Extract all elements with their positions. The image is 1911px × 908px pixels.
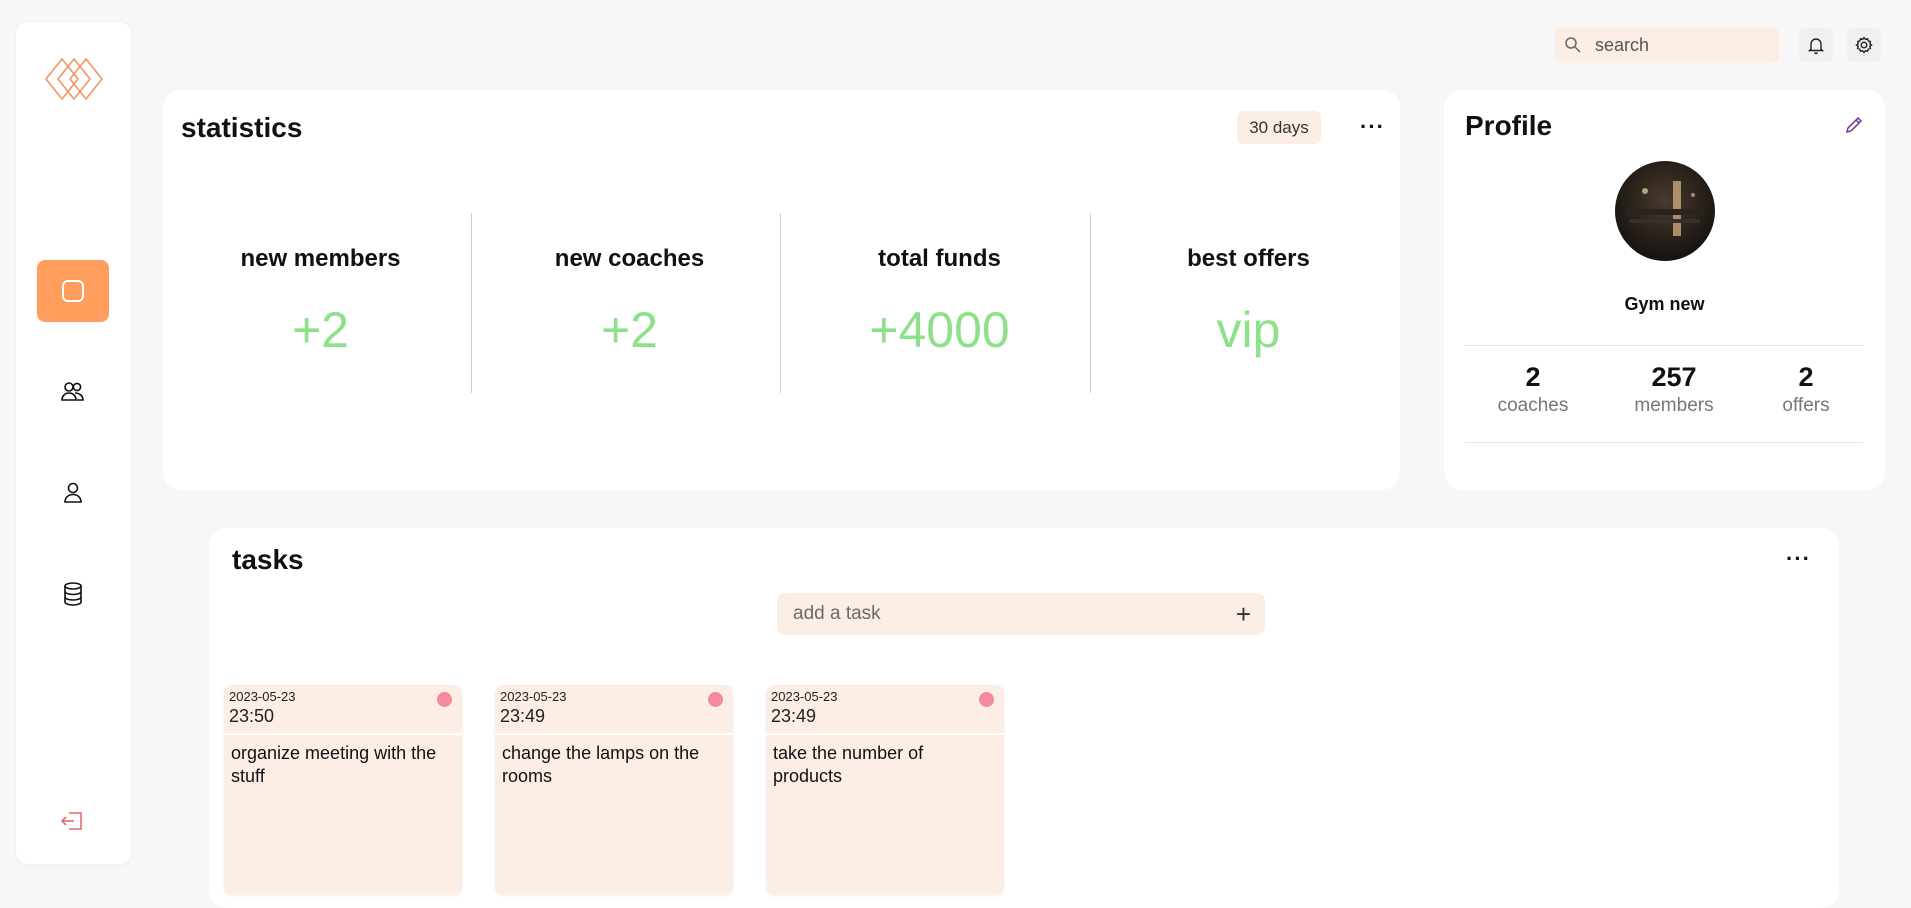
profile-stat-members: 257 members <box>1614 362 1734 417</box>
statistics-title: statistics <box>181 112 303 143</box>
sidebar-item-profile[interactable] <box>37 462 109 524</box>
stat-label: best offers <box>1187 245 1310 272</box>
tasks-menu-button[interactable]: ··· <box>1786 548 1811 570</box>
profile-stat-coaches: 2 coaches <box>1473 362 1593 417</box>
stat-total-funds: total funds +4000 <box>785 213 1094 395</box>
search-bar[interactable] <box>1555 27 1779 63</box>
edit-profile-button[interactable] <box>1843 114 1865 141</box>
profile-name: Gym new <box>1624 294 1705 314</box>
stat-value: 2 <box>1525 362 1541 392</box>
stat-value: +4000 <box>869 302 1010 358</box>
divider <box>780 213 781 393</box>
users-icon <box>61 382 84 401</box>
stat-new-members: new members +2 <box>166 213 475 395</box>
task-text: take the number of products <box>773 743 924 786</box>
sidebar-item-members[interactable] <box>37 361 109 423</box>
stat-label: coaches <box>1497 395 1569 416</box>
settings-button[interactable] <box>1847 28 1881 62</box>
task-date: 2023-05-23 <box>229 689 296 704</box>
task-header: 2023-05-23 23:49 <box>495 685 733 735</box>
task-time: 23:49 <box>771 706 817 726</box>
database-icon <box>64 582 82 606</box>
divider <box>1465 442 1863 443</box>
sidebar-item-dashboard[interactable] <box>37 260 109 322</box>
user-icon <box>64 482 82 503</box>
add-task-input[interactable] <box>791 602 1215 626</box>
notifications-button[interactable] <box>1799 28 1833 62</box>
stat-value: +2 <box>291 302 349 358</box>
square-icon <box>62 280 84 302</box>
pencil-icon <box>1845 116 1863 134</box>
status-dot[interactable] <box>708 692 723 707</box>
stat-label: total funds <box>878 245 1001 272</box>
task-time: 23:49 <box>500 706 546 726</box>
stat-value: 257 <box>1651 362 1697 392</box>
stat-label: new members <box>240 245 401 272</box>
status-dot[interactable] <box>979 692 994 707</box>
add-task-bar: + <box>777 593 1265 635</box>
profile-card: Profile Gym new 2 coaches 257 members 2 … <box>1444 90 1885 490</box>
profile-stat-offers: 2 offers <box>1746 362 1866 417</box>
divider <box>471 213 472 393</box>
task-date: 2023-05-23 <box>500 689 567 704</box>
statistics-card: statistics 30 days ··· new members +2 ne… <box>163 90 1400 490</box>
stat-label: new coaches <box>554 245 705 272</box>
profile-title: Profile <box>1465 110 1553 141</box>
avatar <box>1615 161 1715 261</box>
task-header: 2023-05-23 23:49 <box>766 685 1004 735</box>
task-card[interactable]: 2023-05-23 23:50 organize meeting with t… <box>224 685 462 895</box>
divider <box>1090 213 1091 393</box>
stat-new-coaches: new coaches +2 <box>475 213 784 395</box>
divider <box>1465 345 1863 346</box>
logout-button[interactable] <box>37 790 109 852</box>
gear-icon <box>1855 36 1873 54</box>
bell-icon <box>1807 38 1825 55</box>
stat-value: vip <box>1216 302 1281 358</box>
logo-icon[interactable] <box>42 47 106 111</box>
logout-icon <box>60 812 82 830</box>
task-card[interactable]: 2023-05-23 23:49 change the lamps on the… <box>495 685 733 895</box>
statistics-menu-button[interactable]: ··· <box>1360 116 1385 138</box>
task-date: 2023-05-23 <box>771 689 838 704</box>
stat-best-offers: best offers vip <box>1094 213 1403 395</box>
stat-label: offers <box>1782 395 1830 416</box>
tasks-title: tasks <box>232 544 304 575</box>
tasks-card: tasks ··· + 2023-05-23 23:50 organize me… <box>209 528 1839 908</box>
sidebar <box>16 22 131 864</box>
stat-label: members <box>1634 395 1714 416</box>
task-card[interactable]: 2023-05-23 23:49 take the number of prod… <box>766 685 1004 895</box>
task-text: change the lamps on the rooms <box>502 743 700 786</box>
sidebar-item-database[interactable] <box>37 563 109 625</box>
task-time: 23:50 <box>229 706 275 726</box>
stat-value: +2 <box>600 302 658 358</box>
add-task-button[interactable]: + <box>1236 599 1251 630</box>
search-input[interactable] <box>1593 33 1767 57</box>
period-selector[interactable]: 30 days <box>1237 111 1321 144</box>
stat-value: 2 <box>1798 362 1814 392</box>
search-icon <box>1565 37 1581 53</box>
status-dot[interactable] <box>437 692 452 707</box>
task-header: 2023-05-23 23:50 <box>224 685 462 735</box>
task-text: organize meeting with the stuff <box>231 743 437 786</box>
